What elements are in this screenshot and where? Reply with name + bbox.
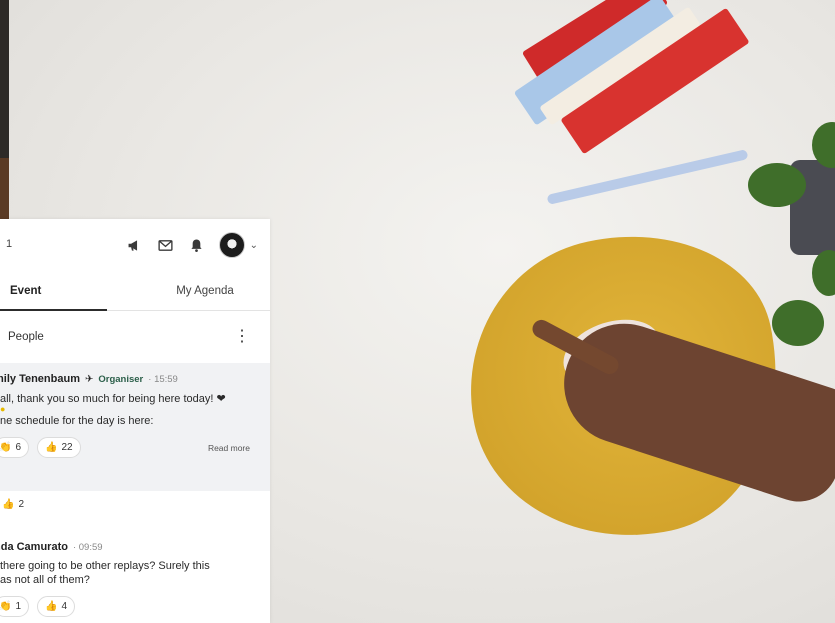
post-header: mily Tenenbaum ✈ Organiser · 15:59 <box>0 373 270 385</box>
active-tab-indicator <box>0 309 107 311</box>
chevron-down-icon[interactable]: ⌄ <box>250 240 258 251</box>
post-reactions: 👍 2 <box>0 491 270 531</box>
post-text-line: all, thank you so much for being here to… <box>0 393 226 405</box>
people-section-header[interactable]: People ⋮ <box>0 311 270 363</box>
event-app-panel: 1 ⌄ Event My Agenda People ⋮ mily Tenenb… <box>0 219 270 623</box>
post: nda Camurato · 09:59 there going to be o… <box>0 531 270 623</box>
photo-edge-dark <box>0 0 9 158</box>
post-text-line: there going to be other replays? Surely … <box>0 560 210 572</box>
reaction-count: 4 <box>61 601 68 612</box>
header-icons: ⌄ <box>126 232 258 258</box>
thumbs-up-icon: 👍 <box>45 601 58 612</box>
leaf <box>812 250 835 296</box>
clap-reaction-button[interactable]: 👏 1 <box>0 596 30 617</box>
mail-icon[interactable] <box>157 236 175 254</box>
clap-icon: 👏 <box>0 442 12 453</box>
reaction-count: 22 <box>61 442 73 453</box>
reaction-count: 2 <box>18 499 25 510</box>
thumbs-up-reaction-button[interactable]: 👍 4 <box>37 596 76 617</box>
post-text-line: as not all of them? <box>0 574 90 586</box>
tab-my-agenda[interactable]: My Agenda <box>140 271 270 310</box>
photo-edge-brown <box>0 158 9 220</box>
thumbs-up-icon: 👍 <box>45 442 58 453</box>
pen <box>546 149 749 205</box>
tab-bar: Event My Agenda <box>0 271 270 311</box>
thumbs-up-reaction-button[interactable]: 👍 22 <box>37 437 81 458</box>
pinned-post: mily Tenenbaum ✈ Organiser · 15:59 all, … <box>0 363 270 491</box>
post-text-line: ne schedule for the day is here: <box>0 415 154 427</box>
emoji-icon: ● <box>0 404 6 414</box>
megaphone-icon[interactable] <box>126 236 144 254</box>
thumbs-up-icon: 👍 <box>2 499 15 510</box>
avatar[interactable] <box>218 232 245 258</box>
post-header: nda Camurato · 09:59 <box>0 541 270 553</box>
post-time: · 15:59 <box>148 374 178 385</box>
header-count: 1 <box>6 238 13 250</box>
post-author[interactable]: nda Camurato <box>0 541 68 553</box>
leaf <box>772 300 824 346</box>
reaction-count: 1 <box>15 601 22 612</box>
read-more-link[interactable]: Read more <box>208 443 250 453</box>
reaction-count: 6 <box>15 442 22 453</box>
tab-event[interactable]: Event <box>0 271 140 310</box>
bell-icon[interactable] <box>188 236 206 254</box>
people-label: People <box>8 331 44 343</box>
post-author[interactable]: mily Tenenbaum <box>0 373 80 385</box>
more-vertical-icon[interactable]: ⋮ <box>234 329 250 345</box>
role-badge: Organiser <box>98 374 144 385</box>
pin-icon: ✈ <box>84 374 94 385</box>
reaction-bar: 👏 1 👍 4 <box>0 596 270 617</box>
leaf <box>748 163 806 207</box>
thumbs-up-reaction-button[interactable]: 👍 2 <box>0 494 31 515</box>
clap-reaction-button[interactable]: 👏 6 <box>0 437 30 458</box>
post-time: · 09:59 <box>72 542 103 553</box>
clap-icon: 👏 <box>0 601 12 612</box>
top-bar: 1 ⌄ <box>0 219 270 271</box>
